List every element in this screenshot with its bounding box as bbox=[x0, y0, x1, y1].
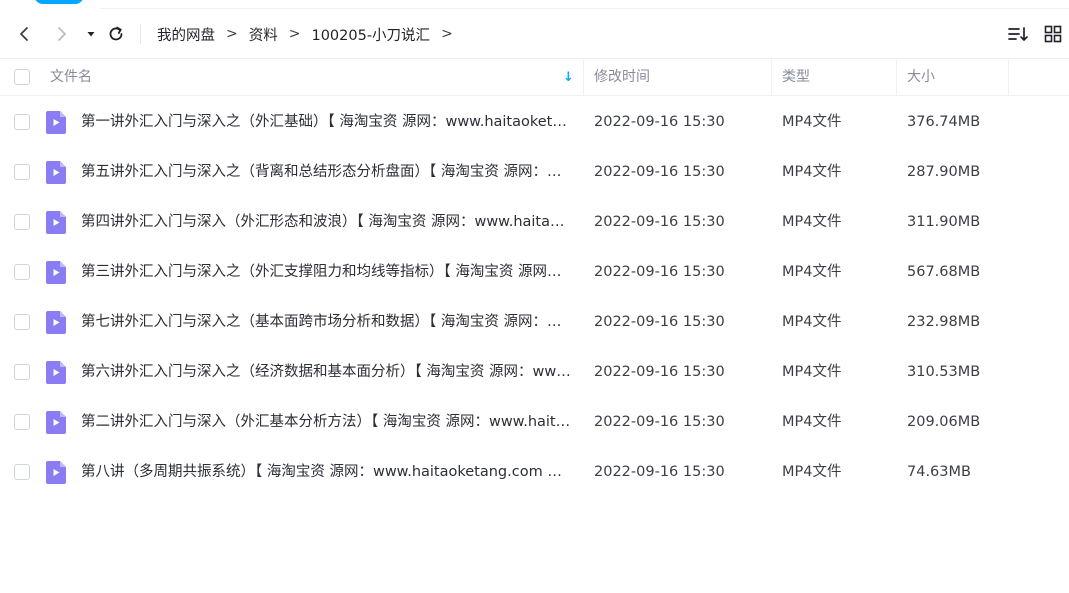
column-divider bbox=[896, 59, 897, 96]
breadcrumb-separator: > bbox=[288, 26, 301, 42]
file-modified-time: 2022-09-16 15:30 bbox=[594, 464, 725, 480]
file-modified-time: 2022-09-16 15:30 bbox=[594, 364, 725, 380]
file-name[interactable]: 第二讲外汇入门与深入（外汇基本分析方法）【 海淘宝资 源网：www.haitao… bbox=[81, 397, 571, 447]
breadcrumb: 我的网盘 > 资料 > 100205-小刀说汇 > bbox=[157, 14, 464, 54]
row-checkbox[interactable] bbox=[14, 164, 30, 180]
history-dropdown-button[interactable] bbox=[79, 22, 103, 46]
column-divider bbox=[1008, 59, 1009, 96]
column-header-size[interactable]: 大小 bbox=[907, 59, 935, 96]
file-name[interactable]: 第一讲外汇入门与深入之（外汇基础）【 海淘宝资 源网：www.haitaoket… bbox=[81, 97, 571, 147]
nav-divider bbox=[140, 24, 141, 44]
file-row[interactable]: 第三讲外汇入门与深入之（外汇支撑阻力和均线等指标）【 海淘宝资 源网：www.h… bbox=[0, 247, 1069, 297]
file-type: MP4文件 bbox=[782, 264, 842, 280]
sort-list-icon bbox=[1008, 27, 1028, 41]
file-size: 209.06MB bbox=[907, 414, 981, 430]
sort-arrow-icon[interactable]: ↓ bbox=[563, 59, 574, 96]
back-button[interactable] bbox=[12, 22, 36, 46]
chevron-right-icon bbox=[58, 27, 66, 41]
row-checkbox[interactable] bbox=[14, 114, 30, 130]
video-file-icon bbox=[46, 311, 66, 334]
column-header-name[interactable]: 文件名 bbox=[50, 59, 92, 96]
video-file-icon bbox=[46, 461, 66, 484]
file-type: MP4文件 bbox=[782, 464, 842, 480]
file-row[interactable]: 第一讲外汇入门与深入之（外汇基础）【 海淘宝资 源网：www.haitaoket… bbox=[0, 97, 1069, 147]
file-size: 310.53MB bbox=[907, 364, 981, 380]
file-row[interactable]: 第七讲外汇入门与深入之（基本面跨市场分析和数据）【 海淘宝资 源网：www.ha… bbox=[0, 297, 1069, 347]
file-modified-time: 2022-09-16 15:30 bbox=[594, 264, 725, 280]
video-file-icon bbox=[46, 211, 66, 234]
file-name[interactable]: 第七讲外汇入门与深入之（基本面跨市场分析和数据）【 海淘宝资 源网：www.ha… bbox=[81, 297, 571, 347]
row-checkbox[interactable] bbox=[14, 264, 30, 280]
file-list-header: 文件名 ↓ 修改时间 类型 大小 bbox=[0, 58, 1069, 96]
file-size: 232.98MB bbox=[907, 314, 981, 330]
navigation-bar: 我的网盘 > 资料 > 100205-小刀说汇 > bbox=[0, 14, 1069, 54]
file-name[interactable]: 第六讲外汇入门与深入之（经济数据和基本面分析）【 海淘宝资 源网：www.hai… bbox=[81, 347, 571, 397]
file-type: MP4文件 bbox=[782, 214, 842, 230]
select-all-checkbox[interactable] bbox=[14, 69, 30, 85]
row-checkbox[interactable] bbox=[14, 464, 30, 480]
breadcrumb-separator: > bbox=[226, 26, 238, 42]
file-name[interactable]: 第三讲外汇入门与深入之（外汇支撑阻力和均线等指标）【 海淘宝资 源网：www.h… bbox=[81, 247, 571, 297]
file-type: MP4文件 bbox=[782, 164, 842, 180]
file-modified-time: 2022-09-16 15:30 bbox=[594, 164, 725, 180]
refresh-icon bbox=[109, 26, 123, 41]
video-file-icon bbox=[46, 161, 66, 184]
active-tab-indicator[interactable] bbox=[34, 0, 84, 4]
top-tab-strip bbox=[0, 0, 1069, 10]
video-file-icon bbox=[46, 361, 66, 384]
column-header-modified[interactable]: 修改时间 bbox=[594, 59, 650, 96]
row-checkbox[interactable] bbox=[14, 364, 30, 380]
row-checkbox[interactable] bbox=[14, 214, 30, 230]
file-type: MP4文件 bbox=[782, 364, 842, 380]
file-name[interactable]: 第五讲外汇入门与深入之（背离和总结形态分析盘面）【 海淘宝资 源网：www.ha… bbox=[81, 147, 571, 197]
video-file-icon bbox=[46, 111, 66, 134]
breadcrumb-item-root[interactable]: 我的网盘 bbox=[157, 24, 215, 45]
file-row[interactable]: 第四讲外汇入门与深入（外汇形态和波浪）【 海淘宝资 源网：www.haitaok… bbox=[0, 197, 1069, 247]
file-modified-time: 2022-09-16 15:30 bbox=[594, 214, 725, 230]
row-checkbox[interactable] bbox=[14, 414, 30, 430]
file-row[interactable]: 第六讲外汇入门与深入之（经济数据和基本面分析）【 海淘宝资 源网：www.hai… bbox=[0, 347, 1069, 397]
file-name[interactable]: 第四讲外汇入门与深入（外汇形态和波浪）【 海淘宝资 源网：www.haitaok… bbox=[81, 197, 571, 247]
sort-button[interactable] bbox=[1006, 22, 1030, 46]
refresh-button[interactable] bbox=[104, 22, 128, 46]
file-size: 567.68MB bbox=[907, 264, 981, 280]
caret-down-icon bbox=[87, 32, 95, 37]
file-modified-time: 2022-09-16 15:30 bbox=[594, 314, 725, 330]
grid-view-icon bbox=[1044, 25, 1062, 43]
forward-button[interactable] bbox=[50, 22, 74, 46]
video-file-icon bbox=[46, 261, 66, 284]
column-divider bbox=[583, 59, 584, 96]
breadcrumb-item-current[interactable]: 100205-小刀说汇 bbox=[311, 24, 430, 45]
chevron-left-icon bbox=[20, 27, 28, 41]
file-name[interactable]: 第八讲（多周期共振系统）【 海淘宝资 源网：www.haitaoketang.c… bbox=[81, 447, 571, 497]
breadcrumb-item-folder[interactable]: 资料 bbox=[249, 24, 278, 45]
file-type: MP4文件 bbox=[782, 414, 842, 430]
top-divider bbox=[100, 8, 1069, 9]
column-divider bbox=[771, 59, 772, 96]
row-checkbox[interactable] bbox=[14, 314, 30, 330]
file-modified-time: 2022-09-16 15:30 bbox=[594, 414, 725, 430]
file-type: MP4文件 bbox=[782, 314, 842, 330]
file-row[interactable]: 第八讲（多周期共振系统）【 海淘宝资 源网：www.haitaoketang.c… bbox=[0, 447, 1069, 497]
file-size: 287.90MB bbox=[907, 164, 981, 180]
file-modified-time: 2022-09-16 15:30 bbox=[594, 114, 725, 130]
breadcrumb-separator: > bbox=[441, 26, 453, 42]
file-type: MP4文件 bbox=[782, 114, 842, 130]
file-row[interactable]: 第二讲外汇入门与深入（外汇基本分析方法）【 海淘宝资 源网：www.haitao… bbox=[0, 397, 1069, 447]
file-size: 311.90MB bbox=[907, 214, 981, 230]
view-mode-button[interactable] bbox=[1041, 22, 1065, 46]
file-size: 74.63MB bbox=[907, 464, 971, 480]
file-size: 376.74MB bbox=[907, 114, 981, 130]
column-header-type[interactable]: 类型 bbox=[782, 59, 810, 96]
video-file-icon bbox=[46, 411, 66, 434]
file-row[interactable]: 第五讲外汇入门与深入之（背离和总结形态分析盘面）【 海淘宝资 源网：www.ha… bbox=[0, 147, 1069, 197]
